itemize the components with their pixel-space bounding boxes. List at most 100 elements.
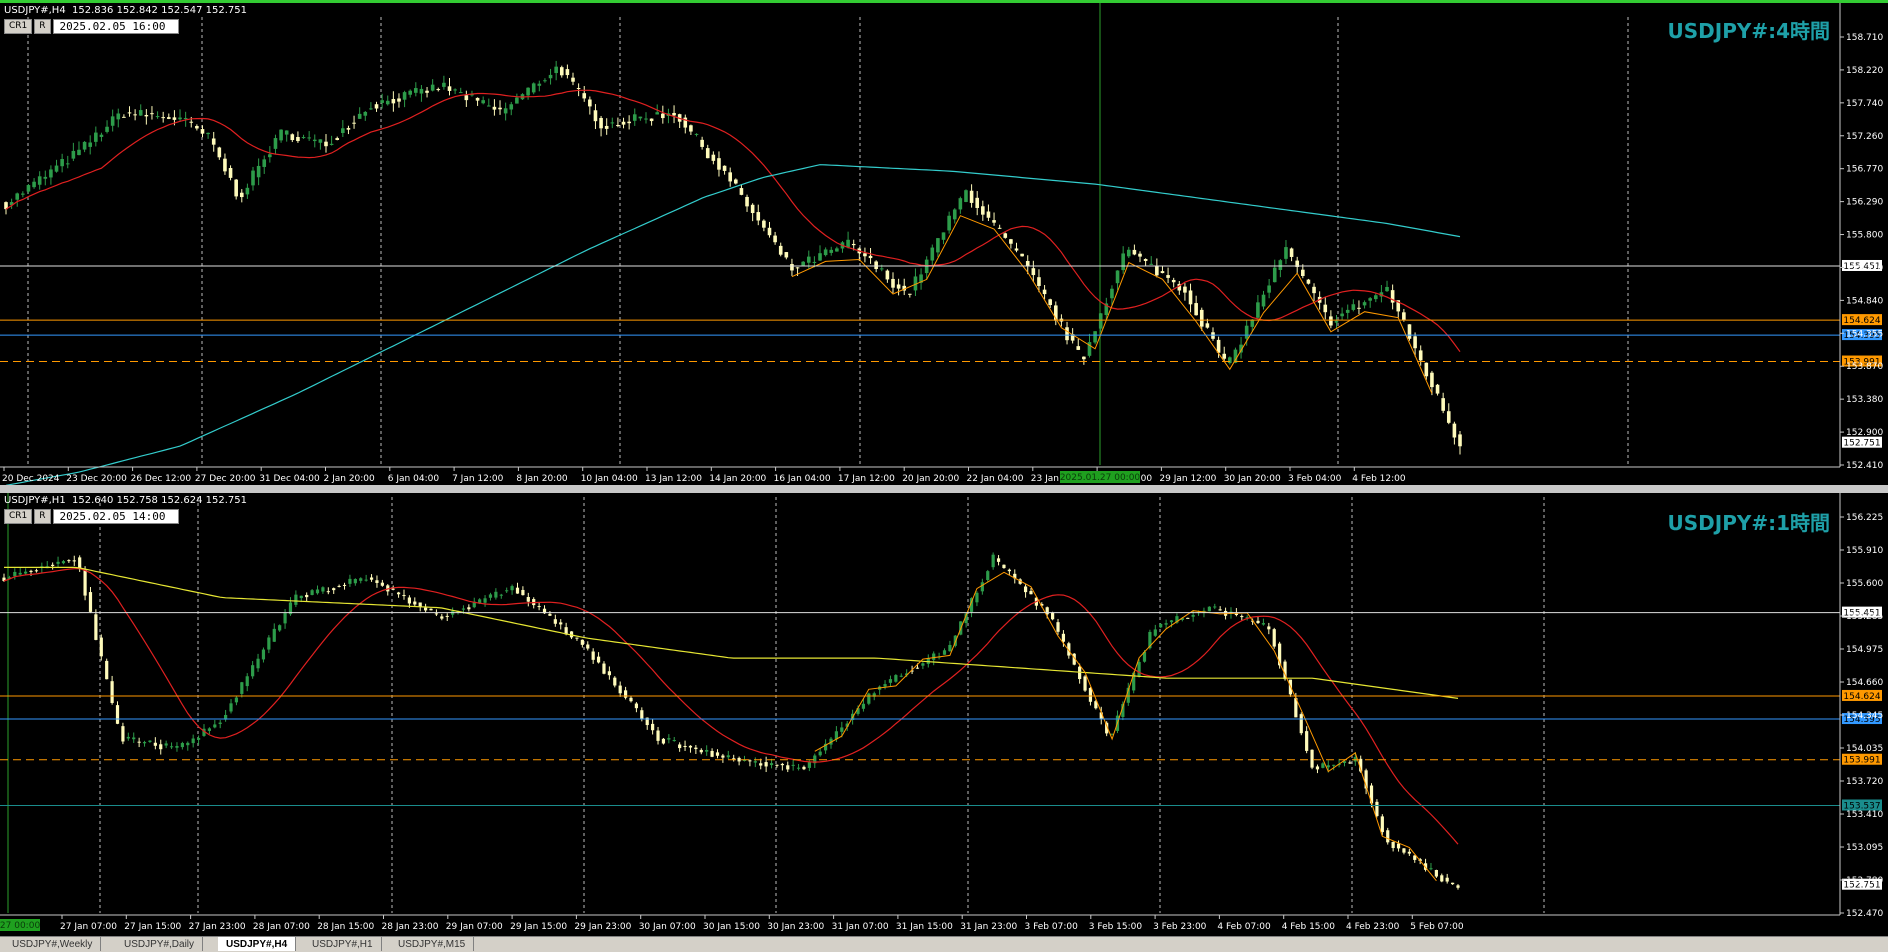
candle-body xyxy=(407,597,411,604)
candle-body xyxy=(175,746,179,748)
candle-body xyxy=(1323,304,1328,313)
candle-body xyxy=(369,577,374,580)
candle-body xyxy=(475,97,480,101)
candle-body xyxy=(430,84,435,91)
price-tick-label: 157.740 xyxy=(1846,99,1883,109)
candle-body xyxy=(1143,258,1148,262)
candles xyxy=(4,60,1462,455)
h4-chart-pane[interactable]: 155.451 154.624 154.395 153.991 152.751 158.7… xyxy=(0,0,1888,485)
candle-body xyxy=(290,134,295,141)
candle-body xyxy=(94,614,98,640)
candle-body xyxy=(207,728,211,731)
candle-body xyxy=(790,264,794,271)
candle-body xyxy=(1272,267,1277,283)
tab-weekly[interactable]: USDJPY#,Weekly xyxy=(4,937,102,951)
price-tick-label: 153.095 xyxy=(1846,843,1883,853)
candle-body xyxy=(621,121,626,125)
candle-body xyxy=(348,578,352,584)
candle-body xyxy=(767,227,772,236)
candle-body xyxy=(234,179,238,197)
candle-body xyxy=(952,209,957,220)
candle-body xyxy=(1321,763,1325,768)
h1-cr-button[interactable]: CR1 xyxy=(4,509,33,524)
candle-body xyxy=(189,121,194,123)
time-tick-label: 22 Jan 04:00 xyxy=(967,474,1024,484)
candle-body xyxy=(1137,661,1141,677)
candle-body xyxy=(705,148,710,159)
candle-body xyxy=(986,571,990,581)
candle-body xyxy=(726,755,730,758)
candle-body xyxy=(133,114,137,116)
candle-body xyxy=(1413,336,1417,349)
candle-body xyxy=(764,762,768,767)
candle-body xyxy=(861,703,866,709)
candle-body xyxy=(169,746,174,748)
candle-body xyxy=(1014,248,1019,251)
time-tick-label: 30 Jan 23:00 xyxy=(767,922,824,932)
candle-body xyxy=(1368,298,1372,301)
candle-body xyxy=(1160,271,1165,274)
h1-time-display[interactable]: 2025.02.05 14:00 xyxy=(52,509,179,524)
candle-body xyxy=(1037,277,1041,286)
candle-body xyxy=(498,107,502,110)
pane-divider[interactable] xyxy=(0,485,1888,493)
candle-body xyxy=(294,594,298,605)
tab-h4[interactable]: USDJPY#,H4 xyxy=(218,937,297,951)
candle-body xyxy=(548,74,553,79)
candle-body xyxy=(806,256,811,263)
candle-body xyxy=(15,193,20,200)
candle-body xyxy=(296,136,300,142)
candle-body xyxy=(239,192,244,198)
candle-body xyxy=(1402,848,1406,853)
h4-cr-button[interactable]: CR1 xyxy=(4,19,33,34)
candle-body xyxy=(1261,623,1266,625)
candle-body xyxy=(710,750,714,757)
tab-daily[interactable]: USDJPY#,Daily xyxy=(116,937,204,951)
h4-r-button[interactable]: R xyxy=(34,19,51,34)
candle-body xyxy=(391,588,395,590)
candle-body xyxy=(672,112,676,116)
candle-body xyxy=(941,232,946,240)
candle-body xyxy=(332,588,336,591)
candle-body xyxy=(161,117,165,119)
h1-chart-pane[interactable]: 155.451 154.624 154.395 153.991 153.537 152.7… xyxy=(0,493,1888,936)
candle-body xyxy=(1441,398,1445,411)
candle-body xyxy=(414,88,418,93)
candle-body xyxy=(515,97,519,104)
candle-body xyxy=(607,671,611,676)
candle-body xyxy=(1207,606,1211,612)
h4-time-display[interactable]: 2025.02.05 16:00 xyxy=(52,19,179,34)
candle-body xyxy=(1424,362,1429,377)
candle-body xyxy=(888,679,893,683)
candle-body xyxy=(548,613,552,616)
h4-chart-canvas[interactable]: 155.451154.624154.395153.991152.751158.7… xyxy=(0,3,1888,485)
candle-body xyxy=(352,122,356,124)
candle-body xyxy=(486,105,491,107)
candle-body xyxy=(132,737,136,740)
candle-body xyxy=(689,125,693,132)
candle-body xyxy=(315,589,320,594)
candle-body xyxy=(1430,372,1434,388)
time-tick-label: 27 Jan 23:00 xyxy=(189,922,246,932)
time-tick-label: 3 Feb 15:00 xyxy=(1089,922,1143,932)
candle-body xyxy=(823,249,828,256)
candle-body xyxy=(559,67,564,76)
h4-ohlc-info: USDJPY#,H4 152.836 152.842 152.547 152.7… xyxy=(4,5,247,16)
price-tick-label: 154.345 xyxy=(1846,711,1883,721)
price-tick-label: 154.975 xyxy=(1846,645,1883,655)
candle-body xyxy=(1191,614,1195,617)
tab-m15[interactable]: USDJPY#,M15 xyxy=(390,937,475,951)
candle-body xyxy=(1159,623,1163,628)
candle-body xyxy=(948,644,952,652)
tab-h1[interactable]: USDJPY#,H1 xyxy=(304,937,382,951)
h1-r-button[interactable]: R xyxy=(34,509,51,524)
candle-body xyxy=(1048,299,1052,306)
candle-body xyxy=(329,143,334,145)
candle-body xyxy=(326,591,330,593)
h1-chart-canvas[interactable]: 155.451154.624154.395153.991153.537152.7… xyxy=(0,493,1888,936)
candle-body xyxy=(599,117,603,129)
candle-body xyxy=(678,744,682,749)
moving-average-slow xyxy=(4,566,1459,699)
candle-body xyxy=(284,130,289,135)
candle-body xyxy=(1289,248,1294,257)
